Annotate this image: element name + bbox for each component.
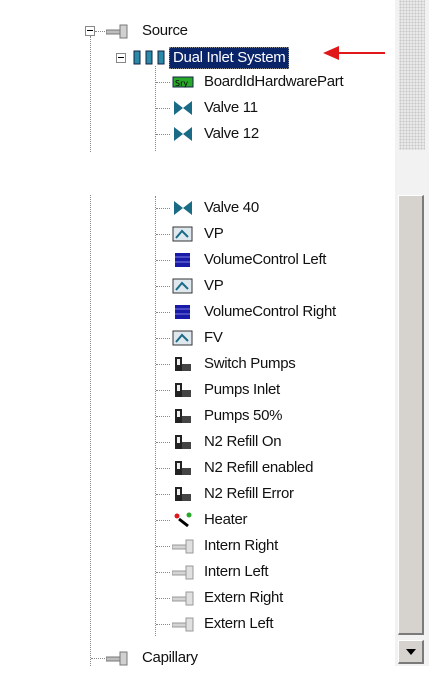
annotation-arrow-icon [323,46,385,60]
vp-gauge-icon [172,330,193,346]
vp-gauge-icon [172,278,193,294]
tree-node-label: VolumeControl Left [204,251,327,268]
valve-icon [172,100,192,116]
pump-switch-icon [172,356,192,372]
connector-icon [171,590,194,606]
connector-icon [171,564,194,580]
tree-node-label: Extern Left [204,615,274,632]
inlet-system-icon [133,49,167,65]
tree-node-label: BoardIdHardwarePart [204,73,344,90]
hardware-part-icon: Sry [172,74,194,90]
tree-node-label: Intern Right [204,537,278,554]
connector-icon [171,616,194,632]
connector-icon [105,650,128,666]
pump-switch-icon [172,408,192,424]
tree-node-label: Intern Left [204,563,269,580]
connector-icon [105,23,128,39]
scroll-down-button[interactable] [398,640,424,664]
pump-switch-icon [172,460,192,476]
tree-node-label: N2 Refill On [204,433,282,450]
tree-line [90,36,91,666]
tree-node-label: Heater [204,511,248,528]
tree-node-label: Switch Pumps [204,355,296,372]
pump-switch-icon [172,382,192,398]
tree-node-label: VP [204,225,224,242]
tree-node-label: N2 Refill Error [204,485,294,502]
svg-text:Sry: Sry [175,79,188,88]
volume-control-icon [172,252,192,268]
tree-node-label: VP [204,277,224,294]
image-gap [0,152,429,194]
collapse-toggle[interactable] [85,26,95,36]
tree-node-label: Valve 12 [204,125,259,142]
tree-node-label: VolumeControl Right [204,303,336,320]
scroll-thumb[interactable] [398,195,424,635]
tree-node-label: FV [204,329,223,346]
valve-icon [172,200,192,216]
pump-switch-icon [172,434,192,450]
pump-switch-icon [172,486,192,502]
tree-node-label: Pumps Inlet [204,381,280,398]
vp-gauge-icon [172,226,193,242]
connector-icon [171,538,194,554]
tree-node-label: Pumps 50% [204,407,283,424]
vertical-scrollbar[interactable] [395,0,429,666]
tree-node-label: Capillary [142,649,198,666]
tree-node-label: Dual Inlet System [169,47,290,69]
volume-control-icon [172,304,192,320]
tree-view: Source Dual Inlet System Sry BoardIdHard… [0,0,395,666]
tree-node-label: Source [142,22,188,39]
tree-node-label: Valve 40 [204,199,259,216]
collapse-toggle[interactable] [116,53,126,63]
tree-node-label: N2 Refill enabled [204,459,314,476]
heater-icon [172,512,192,528]
scroll-track[interactable] [399,0,425,150]
tree-node-label: Extern Right [204,589,283,606]
tree-node-label: Valve 11 [204,99,258,116]
valve-icon [172,126,192,142]
